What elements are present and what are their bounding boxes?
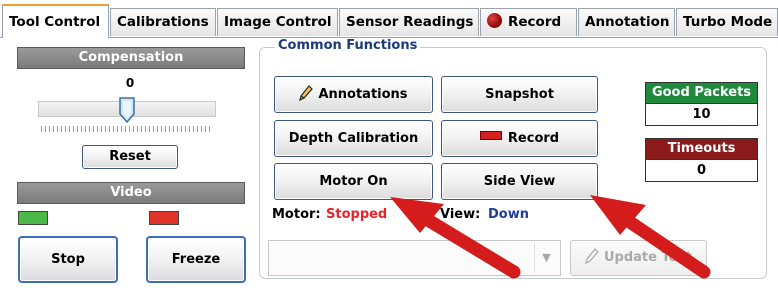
motor-status-value: Stopped [326, 207, 388, 222]
side-view-button-label: Side View [483, 174, 556, 189]
snapshot-button-label: Snapshot [485, 87, 554, 102]
stop-button-label: Stop [51, 252, 85, 267]
timeouts-value: 0 [645, 160, 758, 182]
video-header: Video [17, 182, 245, 204]
side-view-button[interactable]: Side View [441, 163, 598, 200]
view-status-value: Down [488, 207, 529, 222]
video-status-indicator-green [18, 211, 48, 225]
reset-button[interactable]: Reset [82, 145, 178, 169]
update-text-button[interactable]: Update Text [570, 240, 707, 276]
depth-calibration-button[interactable]: Depth Calibration [274, 120, 433, 157]
tab-label: Turbo Mode [683, 14, 773, 30]
record-bar-icon [479, 131, 502, 140]
motor-label: Motor: [272, 207, 321, 222]
annotation-text-dropdown[interactable] [268, 240, 561, 276]
tab-sensor-readings[interactable]: Sensor Readings [339, 8, 479, 36]
tab-label: Image Control [224, 14, 332, 30]
freeze-button-label: Freeze [171, 252, 221, 267]
record-button-label: Record [507, 131, 560, 146]
tab-annotation[interactable]: Annotation [578, 8, 675, 36]
compensation-header: Compensation [17, 47, 245, 69]
pencil-icon [585, 248, 599, 265]
tab-tool-control[interactable]: Tool Control [2, 4, 109, 38]
update-text-button-label: Update Text [603, 250, 693, 265]
video-status-indicator-red [149, 211, 179, 225]
tab-label: Annotation [585, 14, 670, 30]
compensation-value: 0 [125, 76, 135, 90]
annotations-button[interactable]: Annotations [274, 76, 433, 113]
record-button[interactable]: Record [441, 120, 598, 157]
compensation-slider-ticks [41, 126, 213, 132]
reset-button-label: Reset [109, 149, 151, 164]
tab-image-control[interactable]: Image Control [217, 8, 338, 36]
motor-on-button-label: Motor On [319, 174, 388, 189]
chevron-down-icon[interactable]: ▼ [534, 243, 558, 273]
good-packets-value: 10 [645, 104, 758, 126]
common-functions-title: Common Functions [275, 38, 421, 53]
tab-label: Calibrations [117, 14, 209, 30]
tab-strip: Tool Control Calibrations Image Control … [0, 0, 778, 38]
stop-button[interactable]: Stop [18, 236, 118, 283]
tab-label: Tool Control [9, 14, 101, 30]
tab-calibrations[interactable]: Calibrations [110, 8, 216, 36]
snapshot-button[interactable]: Snapshot [441, 76, 598, 113]
record-dot-icon [487, 13, 502, 28]
good-packets-header: Good Packets [645, 82, 758, 104]
tab-label: Record [508, 14, 562, 30]
freeze-button[interactable]: Freeze [146, 236, 246, 283]
pencil-icon [299, 85, 314, 102]
view-label: View: [440, 207, 481, 222]
annotations-button-label: Annotations [318, 87, 408, 102]
timeouts-header: Timeouts [645, 138, 758, 160]
motor-on-button[interactable]: Motor On [274, 163, 433, 200]
tab-turbo-mode[interactable]: Turbo Mode [676, 8, 778, 36]
compensation-slider-thumb[interactable] [119, 97, 135, 123]
tab-record[interactable]: Record [480, 8, 577, 36]
depth-calibration-button-label: Depth Calibration [288, 131, 419, 146]
tab-label: Sensor Readings [346, 14, 474, 30]
